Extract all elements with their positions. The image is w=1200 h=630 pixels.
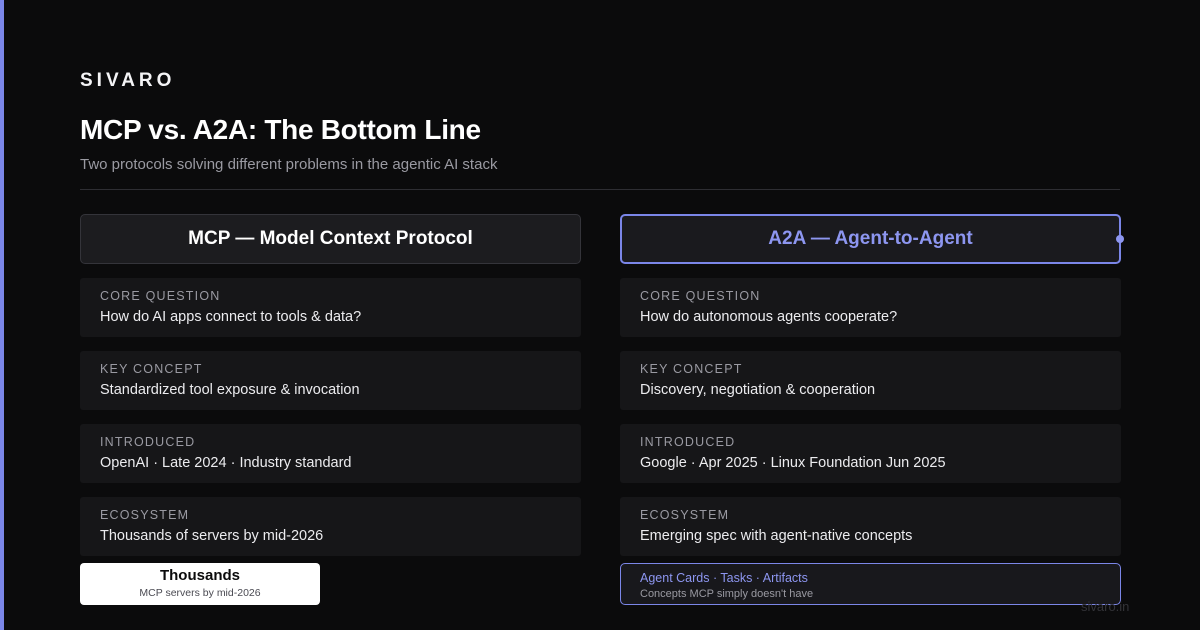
card-value: How do autonomous agents cooperate? (640, 309, 898, 325)
card-label: INTRODUCED (640, 435, 736, 449)
a2a-header: A2A — Agent-to-Agent (620, 214, 1124, 264)
concept-title: Agent Cards · Tasks · Artifacts (640, 571, 808, 585)
a2a-card-core-question: CORE QUESTION How do autonomous agents c… (620, 278, 1121, 337)
a2a-card-key-concept: KEY CONCEPT Discovery, negotiation & coo… (620, 351, 1121, 410)
a2a-card-introduced: INTRODUCED Google · Apr 2025 · Linux Fou… (620, 424, 1121, 483)
a2a-column: A2A — Agent-to-Agent CORE QUESTION How d… (620, 214, 1124, 556)
page-title: MCP vs. A2A: The Bottom Line (80, 114, 481, 145)
accent-bar (0, 0, 4, 630)
card-value: Google · Apr 2025 · Linux Foundation Jun… (640, 455, 946, 471)
a2a-concept-highlight: Agent Cards · Tasks · Artifacts Concepts… (620, 563, 1121, 605)
mcp-column: MCP — Model Context Protocol CORE QUESTI… (80, 214, 581, 556)
card-value: Thousands of servers by mid-2026 (100, 528, 324, 544)
card-label: CORE QUESTION (640, 289, 761, 303)
card-value: Discovery, negotiation & cooperation (640, 382, 876, 398)
mcp-card-introduced: INTRODUCED OpenAI · Late 2024 · Industry… (80, 424, 581, 483)
stat-value: Thousands (159, 567, 240, 584)
mcp-card-ecosystem: ECOSYSTEM Thousands of servers by mid-20… (80, 497, 581, 556)
card-value: OpenAI · Late 2024 · Industry standard (100, 455, 352, 471)
accent-dot-icon (1116, 235, 1124, 243)
card-value: Emerging spec with agent-native concepts (640, 528, 913, 544)
watermark: sivaro.in (1081, 599, 1130, 614)
mcp-header: MCP — Model Context Protocol (80, 214, 581, 264)
a2a-header-label: A2A — Agent-to-Agent (768, 228, 973, 249)
card-label: CORE QUESTION (100, 289, 221, 303)
card-label: ECOSYSTEM (100, 508, 190, 522)
card-value: Standardized tool exposure & invocation (100, 382, 360, 398)
mcp-card-core-question: CORE QUESTION How do AI apps connect to … (80, 278, 581, 337)
a2a-card-ecosystem: ECOSYSTEM Emerging spec with agent-nativ… (620, 497, 1121, 556)
mcp-card-key-concept: KEY CONCEPT Standardized tool exposure &… (80, 351, 581, 410)
card-label: KEY CONCEPT (640, 362, 743, 376)
mcp-stat-highlight: Thousands MCP servers by mid-2026 (80, 563, 320, 605)
card-label: KEY CONCEPT (100, 362, 203, 376)
concept-caption: Concepts MCP simply doesn't have (640, 588, 814, 600)
divider (80, 189, 1120, 190)
mcp-header-label: MCP — Model Context Protocol (188, 228, 473, 249)
card-label: ECOSYSTEM (640, 508, 730, 522)
brand-logo: SIVARO (80, 70, 176, 91)
card-value: How do AI apps connect to tools & data? (100, 309, 362, 325)
card-label: INTRODUCED (100, 435, 196, 449)
stat-caption: MCP servers by mid-2026 (139, 587, 261, 599)
page-subtitle: Two protocols solving different problems… (80, 156, 498, 173)
